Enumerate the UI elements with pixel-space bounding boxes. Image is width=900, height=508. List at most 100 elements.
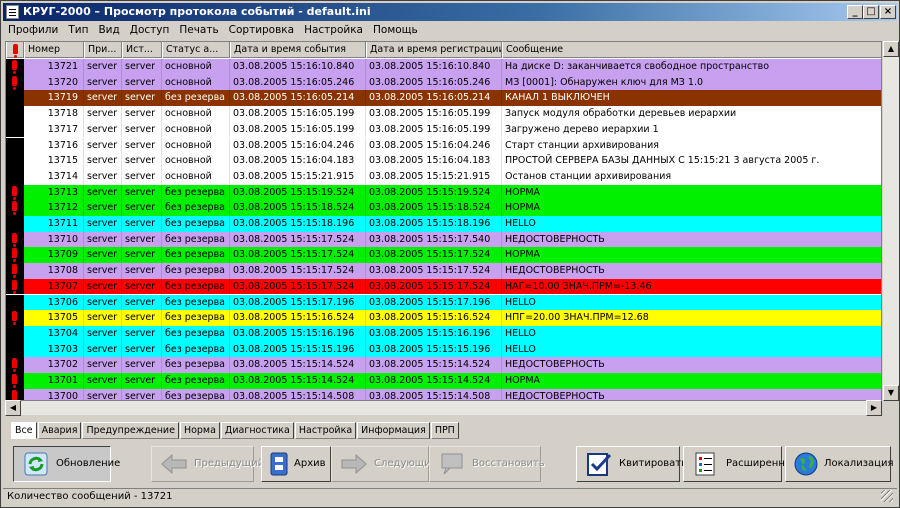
column-header-4[interactable]: Дата и время события <box>230 42 366 58</box>
scroll-up-button[interactable]: ▲ <box>883 41 899 57</box>
cell-event-time: 03.08.2005 15:15:17.196 <box>230 294 366 311</box>
restore-icon <box>441 453 463 475</box>
cell-source: server <box>122 137 162 154</box>
column-header-1[interactable]: При... <box>84 42 122 58</box>
table-row[interactable]: 13709 server server без резерва 03.08.2005 1… <box>6 247 881 264</box>
cell-event-time: 03.08.2005 15:15:18.524 <box>230 200 366 216</box>
menu-item-6[interactable]: Настройка <box>299 22 368 39</box>
cell-event-time: 03.08.2005 15:15:16.196 <box>230 325 366 342</box>
cell-event-time: 03.08.2005 15:15:14.524 <box>230 357 366 373</box>
table-row[interactable]: 13714 server server основной 03.08.2005 15:1… <box>6 168 881 185</box>
cell-register-time: 03.08.2005 15:16:04.183 <box>366 153 502 169</box>
maximize-button[interactable]: □ <box>863 5 879 19</box>
horizontal-scrollbar[interactable]: ◀ ▶ <box>5 400 882 416</box>
table-row[interactable]: 13702 server server без резерва 03.08.2005 1… <box>6 357 881 373</box>
table-row[interactable]: 13719 server server без резерва 03.08.2005 1… <box>6 90 881 107</box>
row-flag <box>6 247 24 264</box>
column-header-2[interactable]: Ист... <box>122 42 162 58</box>
menu-item-0[interactable]: Профили <box>3 22 63 39</box>
column-header-6[interactable]: Сообщение <box>502 42 881 58</box>
table-row[interactable]: 13717 server server основной 03.08.2005 15:1… <box>6 121 881 138</box>
row-flag <box>6 325 24 342</box>
table-row[interactable]: 13707 server server без резерва 03.08.2005 1… <box>6 278 881 295</box>
archive-button[interactable]: Архив <box>261 446 331 482</box>
table-row[interactable]: 13716 server server основной 03.08.2005 15:1… <box>6 137 881 154</box>
cell-message: НЕДОСТОВЕРНОСТЬ <box>502 389 881 400</box>
table-row[interactable]: 13708 server server без резерва 03.08.2005 1… <box>6 263 881 279</box>
tab-6[interactable]: Информация <box>357 422 430 439</box>
cell-event-time: 03.08.2005 15:15:14.524 <box>230 373 366 389</box>
table-row[interactable]: 13701 server server без резерва 03.08.2005 1… <box>6 373 881 389</box>
column-header-0[interactable]: Номер <box>24 42 84 58</box>
scroll-left-button[interactable]: ◀ <box>5 400 21 416</box>
tab-1[interactable]: Авария <box>37 422 82 439</box>
cell-message: НОРМА <box>502 200 881 216</box>
table-row[interactable]: 13720 server server основной 03.08.2005 15:1… <box>6 74 881 91</box>
tab-3[interactable]: Норма <box>179 422 220 439</box>
cell-message: На диске D: заканчивается свободное прос… <box>502 59 881 75</box>
cell-number: 13709 <box>24 247 84 264</box>
menu-item-5[interactable]: Сортировка <box>224 22 299 39</box>
cell-status: без резерва <box>162 231 230 248</box>
menu-item-1[interactable]: Тип <box>63 22 93 39</box>
resize-grip[interactable] <box>881 490 893 502</box>
acknowledge-icon <box>587 453 612 476</box>
table-row[interactable]: 13713 server server без резерва 03.08.2005 1… <box>6 184 881 201</box>
tab-7[interactable]: ПРП <box>430 422 459 439</box>
cell-register-time: 03.08.2005 15:15:18.196 <box>366 216 502 232</box>
column-header-5[interactable]: Дата и время регистрации <box>366 42 502 58</box>
vertical-scrollbar[interactable]: ▲ ▼ <box>883 41 899 401</box>
menu-item-2[interactable]: Вид <box>93 22 124 39</box>
tab-5[interactable]: Настройка <box>294 422 357 439</box>
cell-register-time: 03.08.2005 15:15:18.524 <box>366 200 502 216</box>
next-button[interactable]: Следующий <box>331 446 437 482</box>
cell-event-time: 03.08.2005 15:16:05.199 <box>230 106 366 122</box>
cell-number: 13703 <box>24 341 84 358</box>
tab-2[interactable]: Предупреждение <box>82 422 179 439</box>
cell-status: без резерва <box>162 388 230 400</box>
cell-source: server <box>122 278 162 295</box>
tab-0[interactable]: Все <box>11 422 37 439</box>
cell-register-time: 03.08.2005 15:15:19.524 <box>366 184 502 201</box>
cell-source: server <box>122 168 162 185</box>
table-row[interactable]: 13706 server server без резерва 03.08.2005 1… <box>6 294 881 311</box>
menu-item-3[interactable]: Доступ <box>125 22 175 39</box>
table-row[interactable]: 13710 server server без резерва 03.08.2005 1… <box>6 231 881 248</box>
minimize-button[interactable]: _ <box>847 5 863 19</box>
filter-tabs: Все Авария Предупреждение Норма Диагностика Н… <box>11 422 460 439</box>
table-row[interactable]: 13715 server server основной 03.08.2005 15:1… <box>6 153 881 169</box>
alarm-icon <box>12 358 17 373</box>
cell-priority: server <box>84 137 122 154</box>
scroll-down-button[interactable]: ▼ <box>883 385 899 401</box>
close-button[interactable]: × <box>880 5 896 19</box>
cell-register-time: 03.08.2005 15:15:16.196 <box>366 325 502 342</box>
row-flag <box>6 59 24 75</box>
previous-button[interactable]: Предыдущий <box>151 446 264 482</box>
row-flag <box>6 216 24 232</box>
table-row[interactable]: 13705 server server без резерва 03.08.2005 1… <box>6 310 881 326</box>
table-row[interactable]: 13712 server server без резерва 03.08.2005 1… <box>6 200 881 216</box>
tab-4[interactable]: Диагностика <box>220 422 294 439</box>
menu-item-7[interactable]: Помощь <box>368 22 423 39</box>
table-row[interactable]: 13718 server server основной 03.08.2005 15:1… <box>6 106 881 122</box>
row-flag <box>6 278 24 295</box>
scroll-right-button[interactable]: ▶ <box>866 400 882 416</box>
restore-button[interactable]: Восстановить <box>429 446 545 482</box>
cell-priority: server <box>84 310 122 326</box>
cell-status: основной <box>162 106 230 122</box>
menu-item-4[interactable]: Печать <box>174 22 223 39</box>
acknowledge-button[interactable]: Квитировать <box>576 446 687 482</box>
table-row[interactable]: 13721 server server основной 03.08.2005 15:1… <box>6 59 881 75</box>
flag-column-header[interactable] <box>6 42 24 58</box>
cell-source: server <box>122 341 162 358</box>
cell-status: без резерва <box>162 278 230 295</box>
refresh-button[interactable]: Обновление <box>13 446 120 482</box>
table-row[interactable]: 13704 server server без резерва 03.08.2005 1… <box>6 325 881 342</box>
table-row[interactable]: 13711 server server без резерва 03.08.2005 1… <box>6 216 881 232</box>
table-row[interactable]: 13703 server server без резерва 03.08.2005 1… <box>6 341 881 358</box>
extended-button[interactable]: Расширенная <box>683 446 797 482</box>
cell-priority: server <box>84 373 122 389</box>
table-row[interactable]: 13700 server server без резерва 03.08.2005 1… <box>6 388 881 400</box>
column-header-3[interactable]: Статус а... <box>162 42 230 58</box>
localize-button[interactable]: Локализация <box>785 446 893 482</box>
